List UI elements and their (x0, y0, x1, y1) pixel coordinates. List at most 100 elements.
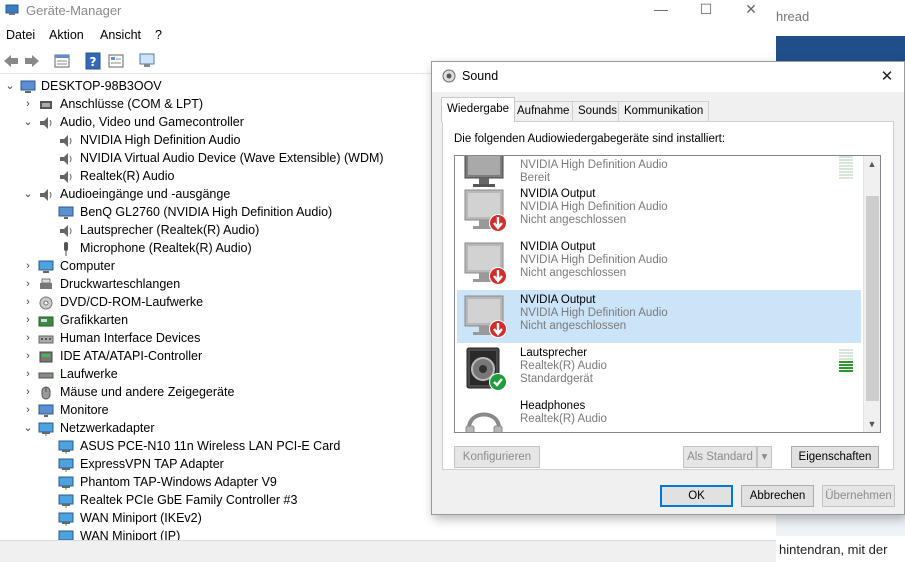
collapse-chevron-icon[interactable]: ⌄ (22, 421, 34, 435)
device-item-nvidia-output-2[interactable]: NVIDIA Output NVIDIA High Definition Aud… (457, 237, 861, 290)
level-bar (839, 361, 853, 363)
level-bar (839, 165, 853, 167)
speaker-icon (60, 135, 72, 147)
level-bar (839, 364, 853, 366)
tree-item-label: ASUS PCE-N10 11n Wireless LAN PCI-E Card (80, 439, 341, 453)
scroll-up-arrow-icon[interactable]: ▲ (864, 156, 880, 172)
level-bar (839, 352, 853, 354)
collapse-chevron-icon[interactable]: ⌄ (22, 115, 34, 129)
menu-datei[interactable]: Datei (6, 28, 35, 42)
tree-item[interactable]: WAN Miniport (IP) (0, 528, 776, 540)
tab-aufnahme[interactable]: Aufnahme (511, 101, 576, 121)
tree-item-label: Laufwerke (60, 367, 118, 381)
maximize-button[interactable]: ☐ (696, 1, 716, 19)
device-name: NVIDIA Output (520, 241, 596, 253)
level-bar (839, 355, 853, 357)
device-list-scrollbar[interactable]: ▲ ▼ (863, 156, 880, 432)
wiedergabe-panel: Die folgenden Audiowiedergabegeräte sind… (442, 121, 894, 470)
monitor-disconnected-icon (464, 189, 507, 232)
printer-icon (40, 278, 52, 289)
device-driver: NVIDIA High Definition Audio (520, 254, 668, 266)
tree-item-label: Human Interface Devices (60, 331, 201, 345)
scrollbar-thumb[interactable] (866, 196, 879, 401)
expand-chevron-icon[interactable]: › (22, 403, 34, 417)
scroll-down-arrow-icon[interactable]: ▼ (864, 416, 880, 432)
help-icon[interactable]: ? (84, 52, 102, 70)
computer-icon (20, 80, 36, 93)
menu-help[interactable]: ? (155, 28, 162, 42)
level-meter (839, 349, 853, 373)
controller-icon (39, 351, 53, 363)
monitor-icon (58, 206, 74, 219)
expand-chevron-icon[interactable]: › (22, 385, 34, 399)
expand-chevron-icon[interactable]: › (22, 295, 34, 309)
level-bar (839, 349, 853, 351)
tree-item-label: Druckwarteschlangen (60, 277, 181, 291)
port-icon (40, 101, 52, 109)
sound-close-button[interactable]: ✕ (878, 67, 896, 85)
device-item-nvidia-output-1[interactable]: NVIDIA Output NVIDIA High Definition Aud… (457, 184, 861, 237)
expand-chevron-icon[interactable]: › (22, 349, 34, 363)
device-driver: NVIDIA High Definition Audio (520, 307, 668, 319)
device-manager-app-icon (5, 4, 19, 15)
set-default-dropdown-chevron-icon[interactable]: ▾ (757, 446, 772, 468)
tree-item-label: Mäuse und andere Zeigegeräte (60, 385, 235, 399)
expand-chevron-icon[interactable]: › (22, 367, 34, 381)
properties-view-icon[interactable] (53, 52, 71, 70)
sound-titlebar: Sound ✕ (432, 62, 904, 92)
scan-hardware-icon[interactable] (138, 52, 156, 70)
tree-item-label: Realtek PCIe GbE Family Controller #3 (80, 493, 298, 507)
close-button[interactable]: ✕ (741, 1, 761, 19)
monitor-icon (38, 404, 54, 417)
level-bar (839, 171, 853, 173)
device-item-headphones[interactable]: Headphones Realtek(R) Audio (457, 396, 861, 432)
speaker-default-icon (466, 347, 507, 391)
sound-title: Sound (462, 69, 499, 83)
tab-sounds[interactable]: Sounds (572, 101, 624, 121)
hid-icon (38, 335, 54, 344)
device-item-lautsprecher[interactable]: Lautsprecher Realtek(R) Audio Standardge… (457, 343, 861, 396)
tree-item-label: Netzwerkadapter (60, 421, 155, 435)
menu-ansicht[interactable]: Ansicht (100, 28, 141, 42)
horizontal-scrollbar[interactable] (0, 540, 776, 562)
tree-item-label: NVIDIA High Definition Audio (80, 133, 241, 147)
level-meter (839, 156, 853, 180)
tree-item-label: WAN Miniport (IKEv2) (80, 511, 202, 525)
tab-wiedergabe[interactable]: Wiedergabe (441, 97, 516, 122)
tab-kommunikation[interactable]: Kommunikation (618, 101, 710, 121)
expand-chevron-icon[interactable]: › (22, 259, 34, 273)
forward-arrow-icon[interactable] (23, 52, 41, 70)
device-name: Lautsprecher (520, 347, 588, 359)
device-item-nvidia-output-3[interactable]: NVIDIA Output NVIDIA High Definition Aud… (457, 290, 861, 343)
window-title: Geräte-Manager (26, 3, 122, 18)
expand-chevron-icon[interactable]: › (22, 331, 34, 345)
playback-device-list[interactable]: NVIDIA High Definition Audio Bereit NVID… (454, 155, 881, 433)
expand-chevron-icon[interactable]: › (22, 97, 34, 111)
apply-button[interactable]: Übernehmen (822, 485, 895, 507)
tree-item-label: Lautsprecher (Realtek(R) Audio) (80, 223, 260, 237)
monitor-disconnected-icon (464, 295, 507, 338)
background-bottom-text: hintendran, mit der (779, 542, 888, 557)
expand-chevron-icon[interactable]: › (22, 313, 34, 327)
level-bar (839, 168, 853, 170)
network-icon (58, 494, 74, 508)
menu-bar: Datei Aktion Ansicht ? (0, 26, 776, 46)
configure-button[interactable]: Konfigurieren (454, 446, 540, 468)
sound-dialog: Sound ✕ Wiedergabe Aufnahme Sounds Kommu… (431, 61, 905, 515)
cancel-button[interactable]: Abbrechen (741, 485, 814, 507)
level-bar (839, 174, 853, 176)
back-arrow-icon[interactable] (2, 52, 20, 70)
level-bar (839, 358, 853, 360)
set-default-button[interactable]: Als Standard (683, 446, 757, 468)
collapse-chevron-icon[interactable]: ⌄ (22, 187, 34, 201)
collapse-chevron-icon[interactable]: ⌄ (4, 79, 16, 93)
minimize-button[interactable]: — (651, 1, 671, 19)
properties-button[interactable]: Eigenschaften (791, 446, 879, 468)
resource-view-icon[interactable] (107, 52, 125, 70)
menu-aktion[interactable]: Aktion (49, 28, 84, 42)
ok-button[interactable]: OK (660, 485, 733, 507)
disc-icon (39, 296, 53, 310)
expand-chevron-icon[interactable]: › (22, 277, 34, 291)
speaker-icon (60, 153, 72, 165)
tree-item-label: Monitore (60, 403, 109, 417)
